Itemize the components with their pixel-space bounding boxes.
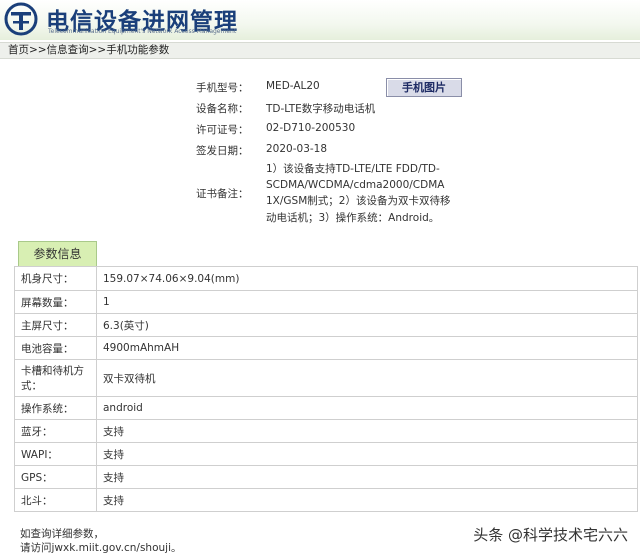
site-header: 电信设备进网管理 Telecommunication Equipment's N… bbox=[0, 0, 640, 40]
table-row: GPS： 支持 bbox=[14, 465, 638, 489]
param-value: android bbox=[96, 396, 638, 420]
breadcrumb-separator: >> bbox=[29, 44, 47, 56]
breadcrumb: 首页>>信息查询>>手机功能参数 bbox=[0, 42, 640, 59]
table-row: 机身尺寸： 159.07×74.06×9.04(mm) bbox=[14, 266, 638, 291]
param-value: 4900mAhmAH bbox=[96, 336, 638, 360]
param-value: 支持 bbox=[96, 488, 638, 512]
param-key: 蓝牙： bbox=[14, 419, 97, 443]
table-row: 屏幕数量： 1 bbox=[14, 290, 638, 314]
table-row: 操作系统： android bbox=[14, 396, 638, 420]
param-key: WAPI： bbox=[14, 442, 97, 466]
footer-line-2: 请访问jwxk.miit.gov.cn/shouji。 bbox=[20, 542, 182, 554]
table-row: 主屏尺寸： 6.3(英寸) bbox=[14, 313, 638, 337]
param-key: 操作系统： bbox=[14, 396, 97, 420]
license-label: 许可证号： bbox=[196, 124, 249, 136]
param-value: 支持 bbox=[96, 419, 638, 443]
model-value: MED-AL20 bbox=[266, 80, 320, 92]
breadcrumb-query-link[interactable]: 信息查询 bbox=[47, 44, 89, 56]
remarks-value: 1）该设备支持TD-LTE/LTE FDD/TD-SCDMA/WCDMA/cdm… bbox=[266, 163, 451, 224]
issue-date-label: 签发日期： bbox=[196, 145, 249, 157]
param-key: 卡槽和待机方式： bbox=[14, 359, 97, 397]
model-label: 手机型号： bbox=[196, 82, 249, 94]
param-key: 北斗： bbox=[14, 488, 97, 512]
param-value: 双卡双待机 bbox=[96, 359, 638, 397]
param-value: 1 bbox=[96, 290, 638, 314]
footer-note: 如查询详细参数， 请访问jwxk.miit.gov.cn/shouji。 bbox=[20, 527, 181, 555]
param-key: 主屏尺寸： bbox=[14, 313, 97, 337]
license-value: 02-D710-200530 bbox=[266, 122, 356, 134]
param-key: GPS： bbox=[14, 465, 97, 489]
breadcrumb-current: 手机功能参数 bbox=[106, 44, 170, 56]
param-key: 机身尺寸： bbox=[14, 266, 97, 291]
tab-parameters[interactable]: 参数信息 bbox=[18, 241, 97, 266]
table-row: 北斗： 支持 bbox=[14, 488, 638, 512]
param-value: 6.3(英寸) bbox=[96, 313, 638, 337]
table-row: WAPI： 支持 bbox=[14, 442, 638, 466]
table-row: 电池容量： 4900mAhmAH bbox=[14, 336, 638, 360]
breadcrumb-home-link[interactable]: 首页 bbox=[8, 44, 29, 56]
param-value: 支持 bbox=[96, 442, 638, 466]
param-value: 支持 bbox=[96, 465, 638, 489]
telecom-logo-icon bbox=[4, 2, 38, 36]
footer-line-1: 如查询详细参数， bbox=[20, 528, 104, 540]
breadcrumb-separator: >> bbox=[88, 44, 107, 56]
device-name-value: TD-LTE数字移动电话机 bbox=[266, 103, 376, 115]
device-name-label: 设备名称： bbox=[196, 103, 249, 115]
param-key: 屏幕数量： bbox=[14, 290, 97, 314]
site-subtitle: Telecommunication Equipment's Network Ac… bbox=[48, 28, 237, 35]
table-row: 卡槽和待机方式： 双卡双待机 bbox=[14, 359, 638, 397]
parameters-table: 机身尺寸： 159.07×74.06×9.04(mm) 屏幕数量： 1 主屏尺寸… bbox=[14, 266, 638, 512]
watermark: 头条 @科学技术宅六六 bbox=[473, 526, 628, 544]
remarks-label: 证书备注： bbox=[196, 188, 249, 200]
phone-photo-button[interactable]: 手机图片 bbox=[386, 78, 462, 97]
param-key: 电池容量： bbox=[14, 336, 97, 360]
issue-date-value: 2020-03-18 bbox=[266, 143, 328, 155]
table-row: 蓝牙： 支持 bbox=[14, 419, 638, 443]
param-value: 159.07×74.06×9.04(mm) bbox=[96, 266, 638, 291]
